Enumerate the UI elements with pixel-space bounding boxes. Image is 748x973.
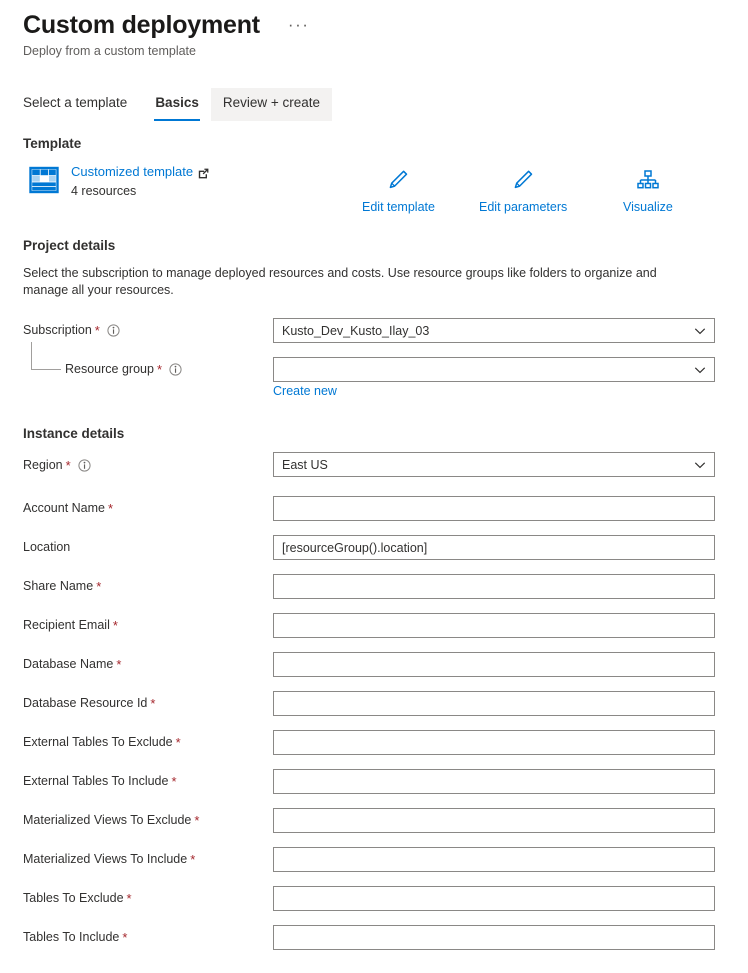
customized-template-label: Customized template (71, 164, 194, 179)
location-label: Location (23, 539, 70, 556)
resource-group-tree-connector (31, 342, 61, 370)
pencil-icon (512, 165, 534, 195)
share-name-input[interactable] (273, 574, 715, 599)
customized-template-link[interactable]: Customized template (71, 163, 209, 180)
materialized-views-to-include-label-text: Materialized Views To Include (23, 852, 188, 866)
location-label-text: Location (23, 540, 71, 554)
info-icon[interactable] (107, 324, 120, 337)
database-name-input[interactable] (273, 652, 715, 677)
visualize-label: Visualize (623, 200, 673, 214)
database-resource-id-label-text: Database Resource Id (23, 696, 148, 710)
required-asterisk: * (94, 322, 100, 338)
subscription-label: Subscription * (23, 322, 120, 339)
region-dropdown[interactable]: East US (273, 452, 715, 477)
database-resource-id-label: Database Resource Id * (23, 695, 155, 712)
resource-group-label-text: Resource group (65, 362, 154, 376)
tables-to-include-label: Tables To Include * (23, 929, 127, 946)
template-resources-count: 4 resources (71, 184, 137, 198)
page-subtitle: Deploy from a custom template (23, 44, 196, 58)
template-section-title: Template (23, 136, 82, 151)
required-asterisk: * (96, 578, 102, 594)
template-card: Customized template 4 resources (29, 163, 209, 199)
project-details-title: Project details (23, 238, 116, 253)
materialized-views-to-include-label: Materialized Views To Include * (23, 851, 195, 868)
chevron-down-icon (694, 325, 706, 337)
pencil-icon (387, 165, 409, 195)
edit-parameters-action[interactable]: Edit parameters (479, 165, 567, 215)
external-tables-to-exclude-label-text: External Tables To Exclude (23, 735, 173, 749)
external-link-icon (198, 166, 209, 179)
account-name-label: Account Name * (23, 500, 113, 517)
required-asterisk: * (156, 361, 163, 377)
tables-to-exclude-label: Tables To Exclude * (23, 890, 132, 907)
visualize-action[interactable]: Visualize (623, 165, 673, 215)
external-tables-to-include-label-text: External Tables To Include (23, 774, 169, 788)
materialized-views-to-exclude-label: Materialized Views To Exclude * (23, 812, 199, 829)
materialized-views-to-exclude-label-text: Materialized Views To Exclude (23, 813, 192, 827)
required-asterisk: * (150, 695, 156, 711)
external-tables-to-exclude-label: External Tables To Exclude * (23, 734, 181, 751)
template-card-text: Customized template 4 resources (71, 163, 209, 199)
materialized-views-to-include-input[interactable] (273, 847, 715, 872)
share-name-label-text: Share Name (23, 579, 94, 593)
required-asterisk: * (112, 617, 118, 633)
required-asterisk: * (122, 929, 128, 945)
recipient-email-label: Recipient Email * (23, 617, 118, 634)
materialized-views-to-exclude-input[interactable] (273, 808, 715, 833)
required-asterisk: * (190, 851, 196, 867)
create-new-resource-group-link[interactable]: Create new (273, 383, 337, 399)
required-asterisk: * (65, 457, 71, 473)
tab-review-create[interactable]: Review + create (210, 88, 333, 121)
resource-group-label: Resource group * (65, 361, 182, 378)
required-asterisk: * (171, 773, 177, 789)
location-input[interactable]: [resourceGroup().location] (273, 535, 715, 560)
tab-select-a-template[interactable]: Select a template (23, 88, 143, 121)
share-name-label: Share Name * (23, 578, 101, 595)
tables-to-include-label-text: Tables To Include (23, 930, 120, 944)
database-name-label-text: Database Name (23, 657, 114, 671)
subscription-label-text: Subscription (23, 323, 92, 337)
external-tables-to-exclude-input[interactable] (273, 730, 715, 755)
required-asterisk: * (116, 656, 122, 672)
edit-parameters-label: Edit parameters (479, 200, 568, 214)
required-asterisk: * (107, 500, 114, 516)
account-name-input[interactable] (273, 496, 715, 521)
info-icon[interactable] (78, 459, 91, 472)
edit-template-label: Edit template (362, 200, 435, 214)
tables-to-exclude-label-text: Tables To Exclude (23, 891, 124, 905)
database-resource-id-input[interactable] (273, 691, 715, 716)
region-label: Region * (23, 457, 91, 474)
instance-details-title: Instance details (23, 426, 125, 441)
more-options-icon[interactable]: ··· (288, 16, 309, 33)
project-details-description: Select the subscription to manage deploy… (23, 266, 657, 297)
tab-bar: Select a template Basics Review + create (23, 88, 333, 121)
template-grid-icon (29, 165, 59, 195)
region-value: East US (282, 457, 328, 472)
title-row: Custom deployment ··· (23, 10, 309, 40)
page-header: Custom deployment ··· Deploy from a cust… (23, 10, 309, 59)
resource-group-dropdown[interactable] (273, 357, 715, 382)
info-icon[interactable] (169, 363, 182, 376)
tables-to-include-input[interactable] (273, 925, 715, 950)
chevron-down-icon (694, 459, 706, 471)
required-asterisk: * (126, 890, 132, 906)
external-tables-to-include-input[interactable] (273, 769, 715, 794)
tab-basics[interactable]: Basics (143, 88, 211, 121)
location-value: [resourceGroup().location] (282, 540, 428, 555)
recipient-email-input[interactable] (273, 613, 715, 638)
tables-to-exclude-input[interactable] (273, 886, 715, 911)
hierarchy-icon (636, 165, 660, 195)
external-tables-to-include-label: External Tables To Include * (23, 773, 177, 790)
account-name-label-text: Account Name (23, 501, 105, 515)
subscription-value: Kusto_Dev_Kusto_Ilay_03 (282, 323, 430, 338)
edit-template-action[interactable]: Edit template (362, 165, 435, 215)
region-label-text: Region (23, 458, 63, 472)
required-asterisk: * (194, 812, 200, 828)
chevron-down-icon (694, 364, 706, 376)
recipient-email-label-text: Recipient Email (23, 618, 110, 632)
database-name-label: Database Name * (23, 656, 121, 673)
page-title: Custom deployment (23, 11, 260, 39)
subscription-dropdown[interactable]: Kusto_Dev_Kusto_Ilay_03 (273, 318, 715, 343)
required-asterisk: * (175, 734, 181, 750)
